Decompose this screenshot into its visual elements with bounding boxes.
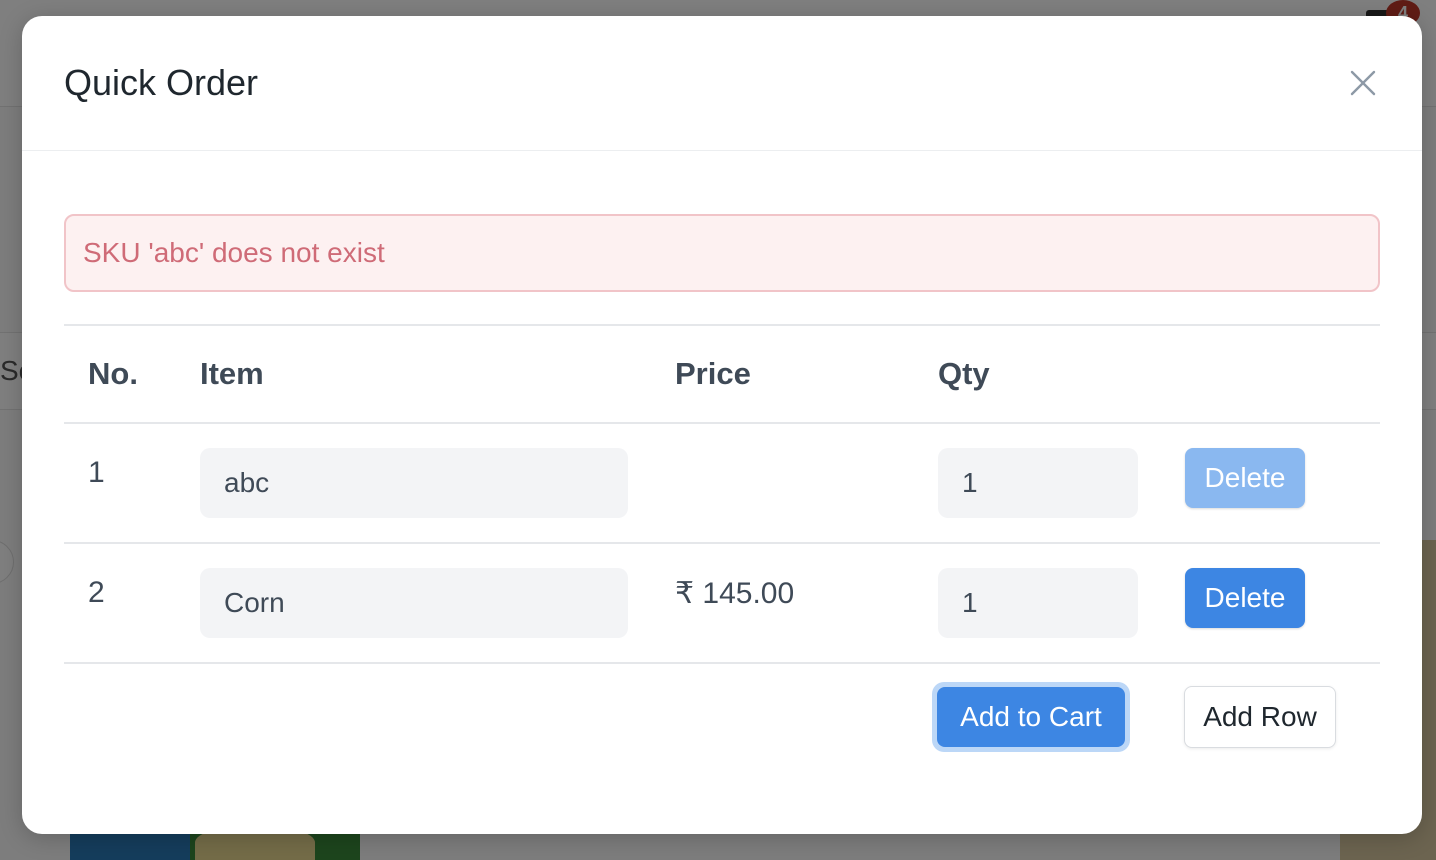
- close-icon[interactable]: [1346, 66, 1380, 100]
- delete-button[interactable]: Delete: [1185, 448, 1305, 508]
- error-alert: SKU 'abc' does not exist: [64, 214, 1380, 292]
- add-row-button[interactable]: Add Row: [1184, 686, 1336, 748]
- column-header-item: Item: [200, 356, 264, 391]
- modal-title: Quick Order: [64, 62, 259, 103]
- header-divider: [64, 422, 1380, 424]
- delete-button[interactable]: Delete: [1185, 568, 1305, 628]
- modal-header: Quick Order: [22, 16, 1422, 151]
- row-number: 1: [88, 456, 105, 489]
- column-header-no: No.: [88, 356, 138, 391]
- close-icon-graphic: [1350, 70, 1376, 96]
- add-to-cart-button[interactable]: Add to Cart: [932, 682, 1130, 752]
- quick-order-modal: Quick Order SKU 'abc' does not exist No.…: [22, 16, 1422, 834]
- row-divider: [64, 662, 1380, 664]
- item-input[interactable]: abc: [200, 448, 628, 518]
- qty-input[interactable]: 1: [938, 568, 1138, 638]
- qty-input[interactable]: 1: [938, 448, 1138, 518]
- column-header-qty: Qty: [938, 356, 990, 391]
- price-value: ₹ 145.00: [675, 577, 795, 610]
- column-header-price: Price: [675, 356, 751, 391]
- add-to-cart-label: Add to Cart: [937, 687, 1125, 747]
- row-divider: [64, 542, 1380, 544]
- table-top-divider: [64, 324, 1380, 326]
- row-number: 2: [88, 576, 105, 609]
- item-input[interactable]: Corn: [200, 568, 628, 638]
